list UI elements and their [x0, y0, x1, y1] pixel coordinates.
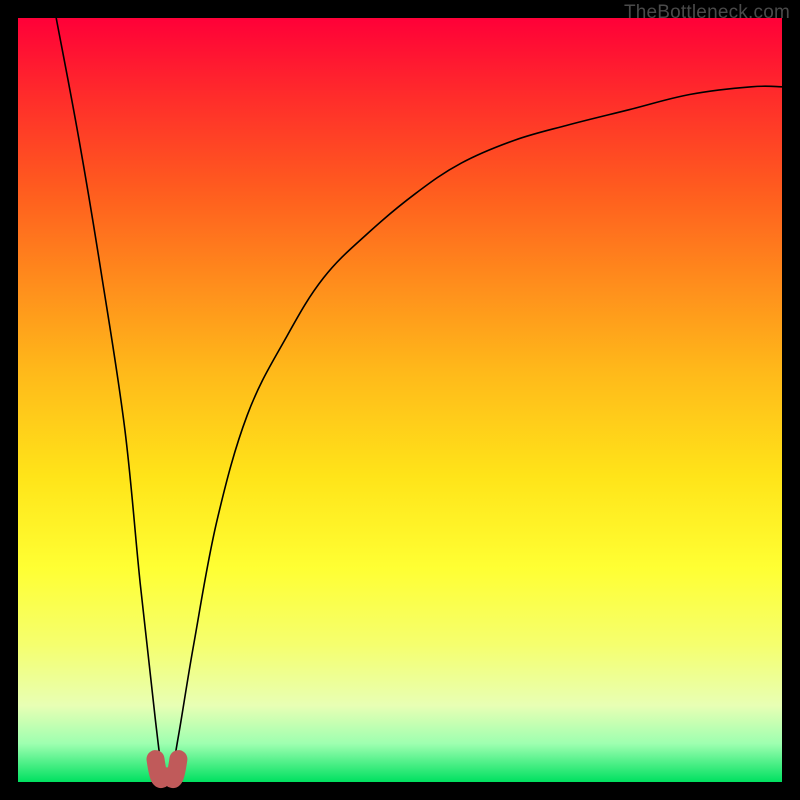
curve-layer — [18, 18, 782, 782]
chart-frame: { "watermark": "TheBottleneck.com", "cha… — [0, 0, 800, 800]
optimal-zone-marker — [156, 759, 179, 779]
bottleneck-curve — [56, 18, 782, 781]
watermark-text: TheBottleneck.com — [624, 2, 790, 24]
bottleneck-gradient-plot — [18, 18, 782, 782]
